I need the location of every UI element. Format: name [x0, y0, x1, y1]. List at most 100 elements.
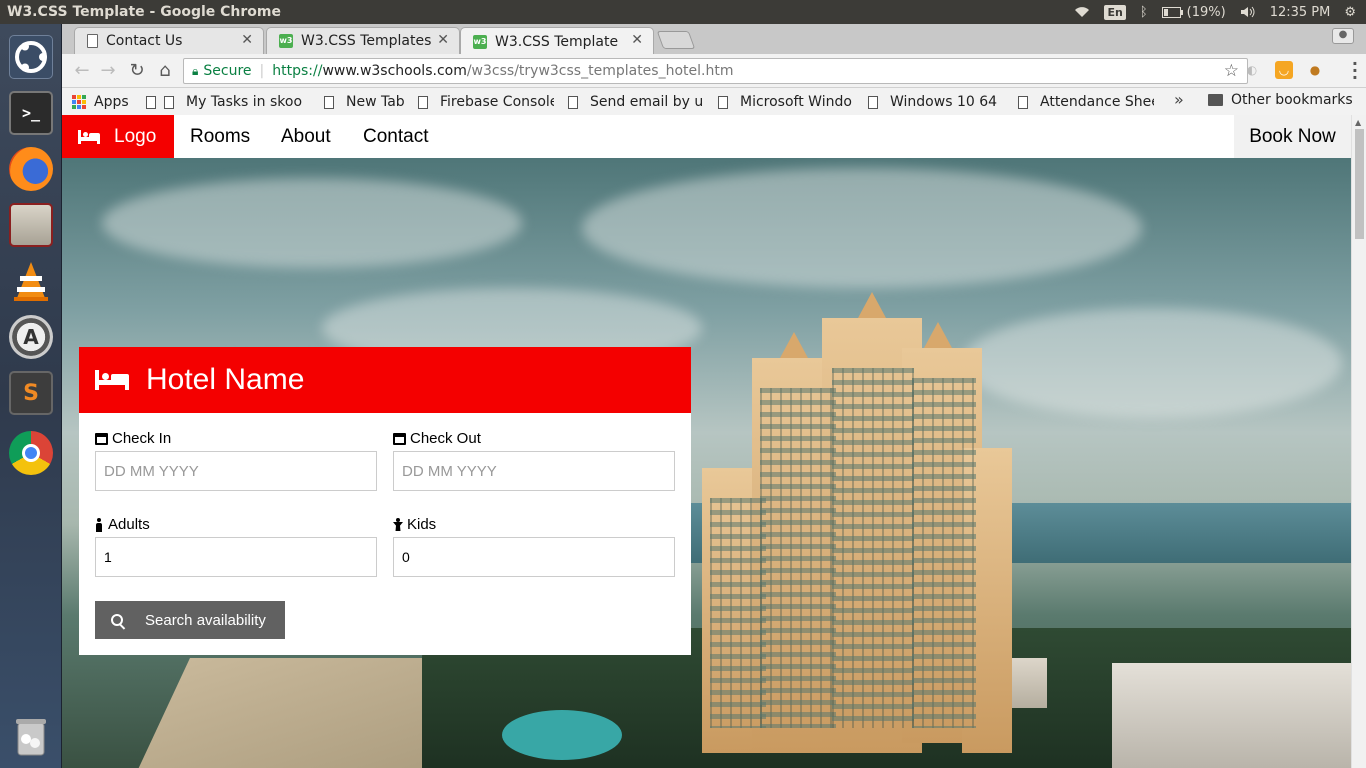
w3-logo-icon: w3: [279, 34, 293, 48]
hotel-name-title: Hotel Name: [146, 363, 305, 396]
site-navbar: Logo Rooms About Contact Book Now: [62, 115, 1351, 158]
adults-input[interactable]: 1: [95, 537, 377, 577]
extension-cookie-icon[interactable]: ●: [1306, 61, 1324, 79]
terminal-icon[interactable]: >_: [6, 88, 56, 138]
reload-icon[interactable]: ↻: [125, 60, 149, 82]
scroll-up-arrow-icon[interactable]: ▲: [1355, 118, 1361, 127]
vlc-icon[interactable]: [6, 256, 56, 306]
tab-strip: Contact Us ✕ w3 W3.CSS Templates ✕ w3 W3…: [62, 24, 1366, 55]
check-in-input[interactable]: DD MM YYYY: [95, 451, 377, 491]
browser-chrome: Contact Us ✕ w3 W3.CSS Templates ✕ w3 W3…: [62, 24, 1366, 115]
document-icon: [718, 95, 728, 109]
document-icon: [1018, 95, 1028, 109]
bookmark-item[interactable]: Firebase Console: [418, 92, 554, 112]
wifi-icon[interactable]: [1074, 6, 1090, 18]
page-scrollbar[interactable]: ▲: [1351, 115, 1366, 768]
male-icon: [95, 517, 103, 532]
document-icon: [868, 95, 878, 109]
check-in-label: Check In: [95, 430, 171, 447]
document-icon: [418, 95, 428, 109]
nav-link-about[interactable]: About: [265, 115, 347, 158]
extension-pocket-icon[interactable]: ◡: [1275, 61, 1293, 79]
bookmark-item[interactable]: My Tasks in skoo: [146, 92, 308, 112]
extension-ghost-icon[interactable]: ◐: [1243, 61, 1261, 79]
forward-arrow-icon[interactable]: →: [96, 60, 120, 82]
other-bookmarks[interactable]: Other bookmarks: [1208, 92, 1353, 108]
kids-label: Kids: [393, 516, 436, 533]
nav-link-rooms[interactable]: Rooms: [174, 115, 266, 158]
book-now-button[interactable]: Book Now: [1234, 115, 1351, 158]
browser-toolbar: ← → ↻ ⌂ 🔒︎ Secure | https:// www.w3schoo…: [62, 54, 1366, 88]
bookmark-item[interactable]: Microsoft Windo: [718, 92, 852, 112]
check-out-input[interactable]: DD MM YYYY: [393, 451, 675, 491]
bookmark-item[interactable]: Send email by us: [568, 92, 702, 112]
nav-link-contact[interactable]: Contact: [347, 115, 444, 158]
calendar-icon: [95, 432, 108, 445]
side-building: [1112, 663, 1351, 768]
document-icon: [324, 95, 334, 109]
child-icon: [393, 518, 403, 531]
volume-icon[interactable]: [1240, 6, 1256, 18]
bluetooth-icon[interactable]: ᛒ: [1140, 5, 1148, 20]
tab-close-icon[interactable]: ✕: [241, 32, 253, 48]
tab-w3css-templates[interactable]: w3 W3.CSS Templates ✕: [266, 27, 460, 54]
bookmark-item[interactable]: Windows 10 64 b: [868, 92, 1002, 112]
bookmark-item[interactable]: Attendance Shee: [1018, 92, 1154, 112]
tab-close-icon[interactable]: ✕: [631, 32, 643, 48]
url-separator: |: [259, 63, 265, 79]
keyboard-language-indicator[interactable]: En: [1104, 4, 1126, 20]
search-availability-button[interactable]: Search availability: [95, 601, 285, 639]
booking-header: Hotel Name: [79, 347, 691, 413]
url-path: /w3css/tryw3css_templates_hotel.htm: [466, 63, 734, 79]
document-icon: [146, 95, 156, 109]
system-tray: En ᛒ (19%) 12:35 PM ⚙: [1074, 0, 1366, 24]
w3-logo-icon: w3: [473, 34, 487, 49]
settings-gear-icon[interactable]: ⚙: [1344, 5, 1356, 20]
ubuntu-dash-icon[interactable]: [6, 32, 56, 82]
pool: [502, 710, 622, 760]
bookmark-item[interactable]: New Tab: [324, 92, 424, 112]
secure-label: Secure: [203, 63, 252, 79]
search-icon: [111, 614, 123, 626]
adults-label: Adults: [95, 516, 150, 533]
software-updater-icon[interactable]: A: [6, 312, 56, 362]
os-top-panel: W3.CSS Template - Google Chrome En ᛒ (19…: [0, 0, 1366, 24]
window-title: W3.CSS Template - Google Chrome: [7, 4, 281, 20]
bookmarks-overflow-chevron[interactable]: »: [1174, 90, 1184, 109]
unity-launcher: >_ A S: [0, 24, 62, 768]
trash-icon[interactable]: [6, 712, 56, 762]
profile-icon[interactable]: ●: [1332, 28, 1354, 44]
chrome-icon[interactable]: [6, 428, 56, 478]
chrome-menu-icon[interactable]: · · ·: [1352, 56, 1358, 86]
bed-icon: [78, 129, 100, 144]
document-icon: [164, 95, 174, 109]
nav-logo-link[interactable]: Logo: [62, 115, 174, 158]
clock[interactable]: 12:35 PM: [1270, 5, 1331, 20]
check-out-label: Check Out: [393, 430, 481, 447]
tab-label: W3.CSS Template: [495, 33, 619, 50]
sublime-text-icon[interactable]: S: [6, 368, 56, 418]
lock-icon: 🔒︎: [192, 63, 199, 78]
back-arrow-icon[interactable]: ←: [70, 60, 94, 82]
bookmark-apps[interactable]: Apps: [72, 92, 129, 112]
document-icon: [568, 95, 578, 109]
tab-label: Contact Us: [106, 33, 183, 49]
firefox-icon[interactable]: [6, 144, 56, 194]
home-icon[interactable]: ⌂: [153, 60, 177, 82]
battery-icon: [1161, 6, 1183, 18]
bookmark-star-icon[interactable]: ☆: [1224, 61, 1239, 81]
tab-w3css-template[interactable]: w3 W3.CSS Template ✕: [460, 27, 654, 55]
apps-grid-icon: [72, 95, 86, 109]
files-icon[interactable]: [6, 200, 56, 250]
battery-indicator[interactable]: (19%): [1161, 4, 1226, 20]
tab-close-icon[interactable]: ✕: [437, 32, 449, 48]
battery-percent: (19%): [1186, 4, 1226, 20]
new-tab-button[interactable]: [656, 31, 696, 49]
url-host: www.w3schools.com: [322, 63, 467, 79]
tab-contact-us[interactable]: Contact Us ✕: [74, 27, 264, 54]
scrollbar-thumb[interactable]: [1355, 129, 1364, 239]
kids-input[interactable]: 0: [393, 537, 675, 577]
tab-label: W3.CSS Templates: [301, 33, 432, 49]
address-bar[interactable]: 🔒︎ Secure | https:// www.w3schools.com /…: [183, 58, 1248, 84]
web-page: Logo Rooms About Contact Book Now Hotel …: [62, 115, 1351, 768]
